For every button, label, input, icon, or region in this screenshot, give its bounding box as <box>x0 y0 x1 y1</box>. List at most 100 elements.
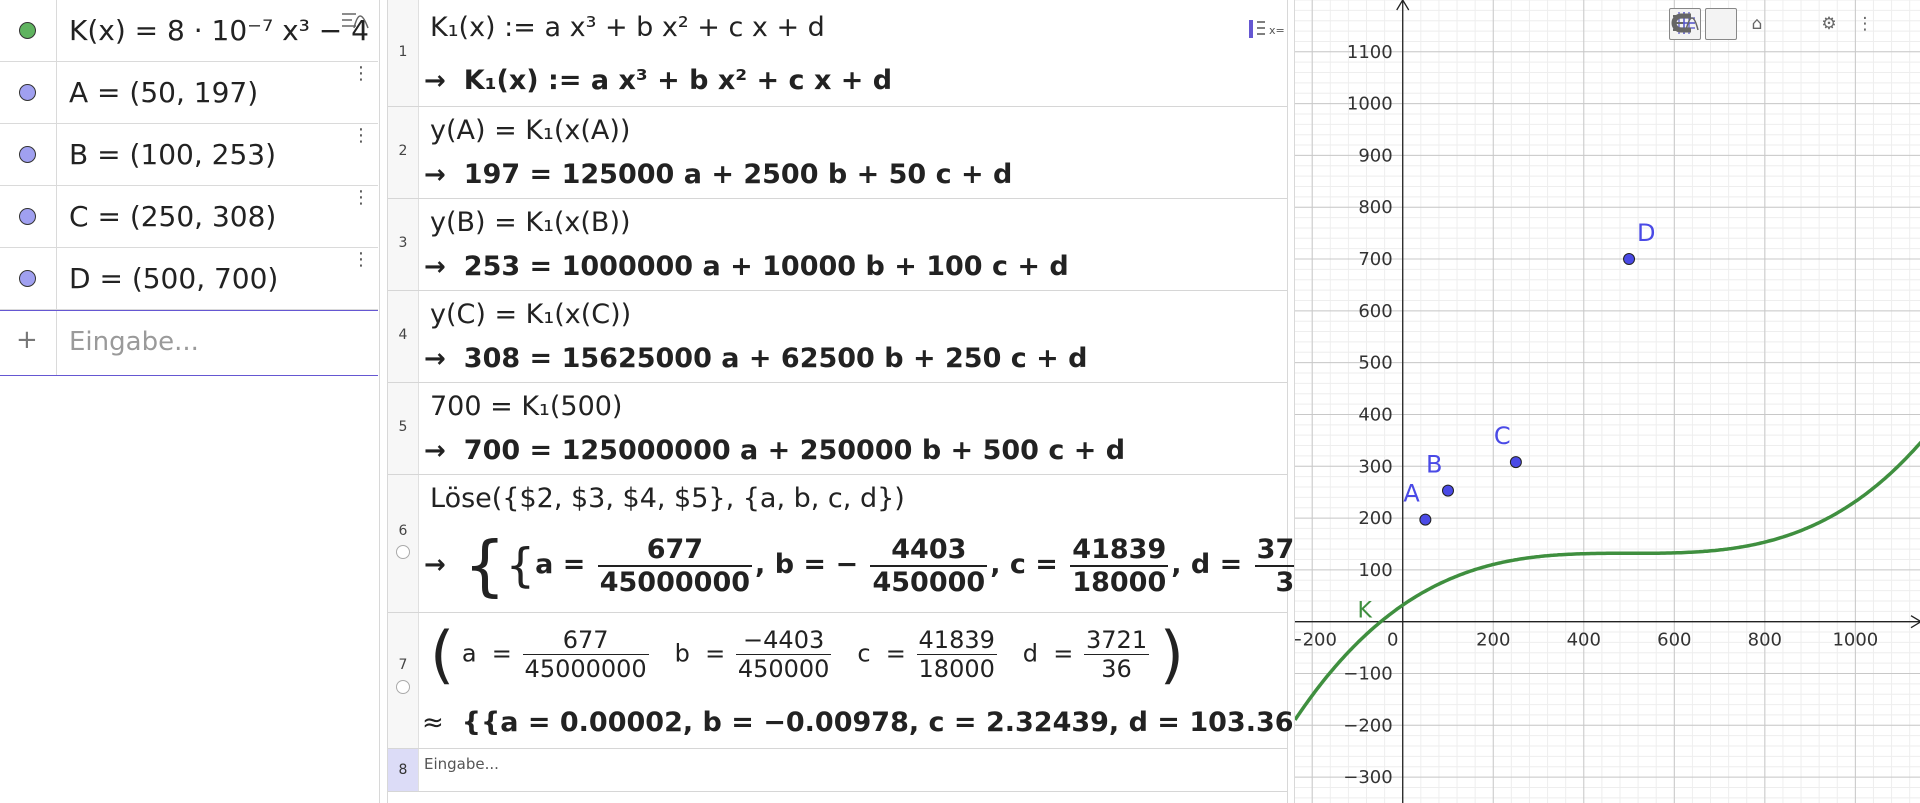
arrow-icon: → <box>424 66 446 96</box>
point-b-definition[interactable]: B = (100, 253) <box>69 138 369 171</box>
visibility-toggle[interactable] <box>19 84 36 101</box>
show-in-graphics-toggle[interactable] <box>396 680 410 694</box>
cas-row-5[interactable]: 5 700 = K₁(500) → 700 = 125000000 a + 250… <box>388 383 1287 475</box>
magnet-icon[interactable] <box>1671 8 1809 40</box>
matrix-fraction-d: 3721 36 <box>1084 626 1150 683</box>
algebra-row-point-b[interactable]: B = (100, 253) ⋮ <box>0 124 378 186</box>
algebra-row-point-c[interactable]: C = (250, 308) ⋮ <box>0 186 378 248</box>
cas-row-number: 7 <box>388 613 419 748</box>
graphics-view[interactable]: −200 0 200 400 600 800 1000 1100 1000 900 800 700 60… <box>1294 0 1920 803</box>
y-tick-label: 900 <box>1358 145 1392 166</box>
cas-row-number: 4 <box>388 291 419 382</box>
cas-input-field[interactable]: Eingabe... <box>424 755 499 773</box>
point-d <box>1623 253 1636 266</box>
marble-cell <box>0 124 57 185</box>
x-tick-label: 1000 <box>1832 630 1878 651</box>
y-tick-label: 500 <box>1358 353 1392 374</box>
menu-icon[interactable] <box>1673 8 1917 40</box>
x-tick-label: 0 <box>1387 630 1398 651</box>
arrow-icon: → <box>424 252 446 282</box>
cas-output-solution: → {{a = 677 45000000, b = − 4403 450000, c … <box>424 527 1408 604</box>
cas-output: → 308 = 15625000 a + 62500 b + 250 c + d <box>424 343 1088 374</box>
point-b <box>1441 484 1454 497</box>
more-options-icon[interactable]: ⋮ <box>352 65 370 83</box>
grid-icon[interactable] <box>1673 8 1737 40</box>
point-a <box>1419 513 1432 526</box>
y-tick-label: 800 <box>1358 197 1392 218</box>
algebra-input-row[interactable]: + Eingabe... <box>0 310 378 376</box>
point-c-definition[interactable]: C = (250, 308) <box>69 200 369 233</box>
y-tick-label: 600 <box>1358 301 1392 322</box>
fraction-a: 677 45000000 <box>597 533 753 598</box>
visibility-toggle[interactable] <box>19 270 36 287</box>
cas-output: → 700 = 125000000 a + 250000 b + 500 c + … <box>424 435 1125 466</box>
cas-output-text: 197 = 125000 a + 2500 b + 50 c + d <box>463 159 1013 190</box>
algebra-input-field[interactable]: Eingabe... <box>69 327 199 357</box>
cas-input[interactable]: 700 = K₁(500) <box>430 391 622 422</box>
add-icon[interactable]: + <box>16 325 38 355</box>
more-icon[interactable]: ⋮ <box>1849 8 1881 40</box>
y-tick-label: 300 <box>1358 456 1392 477</box>
fraction-c: 41839 18000 <box>1070 533 1169 598</box>
point-d-definition[interactable]: D = (500, 700) <box>69 262 369 295</box>
cas-output: ≈ {{a = 0.00002, b = −0.00978, c = 2.3243… <box>422 707 1388 738</box>
visibility-toggle[interactable] <box>19 146 36 163</box>
point-label-a: A <box>1403 480 1420 508</box>
cas-row-number: 6 <box>388 475 419 612</box>
graphics-canvas[interactable]: −200 0 200 400 600 800 1000 1100 1000 900 800 700 60… <box>1295 0 1920 803</box>
cas-row-8[interactable]: 8 Eingabe... <box>388 749 1287 792</box>
cas-output: → 197 = 125000 a + 2500 b + 50 c + d <box>424 159 1012 190</box>
more-options-icon[interactable]: ⋮ <box>352 127 370 145</box>
point-a-definition[interactable]: A = (50, 197) <box>69 76 369 109</box>
more-options-icon[interactable]: ⋮ <box>352 189 370 207</box>
y-tick-label: 200 <box>1358 508 1392 529</box>
graphics-style-bar: ⌂ ⚙ ⋮ <box>1669 8 1917 40</box>
cas-output-text: 308 = 15625000 a + 62500 b + 250 c + d <box>463 343 1088 374</box>
cas-input[interactable]: y(A) = K₁(x(A)) <box>430 115 630 146</box>
cas-row-number: 1 <box>388 0 419 106</box>
show-in-graphics-toggle[interactable] <box>396 545 410 559</box>
cas-row-number: 2 <box>388 107 419 198</box>
cas-row-number: 8 <box>388 749 419 791</box>
point-label-d: D <box>1637 219 1655 247</box>
point-c <box>1509 456 1522 469</box>
cas-output: → K₁(x) := a x³ + b x² + c x + d <box>424 65 892 96</box>
arrow-icon: → <box>424 436 446 466</box>
y-tick-label: 100 <box>1358 560 1392 581</box>
cas-input[interactable]: K₁(x) := a x³ + b x² + c x + d <box>430 12 825 43</box>
x-tick-label: 800 <box>1748 630 1782 651</box>
visibility-toggle[interactable] <box>19 208 36 225</box>
y-tick-label: 700 <box>1358 249 1392 270</box>
cas-row-3[interactable]: 3 y(B) = K₁(x(B)) → 253 = 1000000 a + 100… <box>388 199 1287 291</box>
function-definition[interactable]: K(x) = 8 · 10⁻⁷ x³ − 4.3 <box>69 14 369 47</box>
algebra-row-point-d[interactable]: D = (500, 700) ⋮ <box>0 248 378 310</box>
x-tick-label: 600 <box>1657 630 1691 651</box>
home-icon[interactable]: ⌂ <box>1741 8 1773 40</box>
function-k-label: K <box>1357 599 1372 624</box>
matrix-fraction-c: 41839 18000 <box>916 626 997 683</box>
x-tick-label: −200 <box>1295 630 1337 651</box>
visibility-toggle[interactable] <box>19 22 36 39</box>
cas-row-2[interactable]: 2 y(A) = K₁(x(A)) → 197 = 125000 a + 2500… <box>388 107 1287 199</box>
cas-row-7[interactable]: 7 ( a = 677 45000000 b = −4403 450000 c = … <box>388 613 1388 749</box>
gear-icon[interactable]: ⚙ <box>1813 8 1845 40</box>
cas-input[interactable]: y(C) = K₁(x(C)) <box>430 299 631 330</box>
matrix-fraction-b: −4403 450000 <box>735 626 832 683</box>
arrow-icon: → <box>424 344 446 374</box>
cas-input[interactable]: y(B) = K₁(x(B)) <box>430 207 631 238</box>
algebra-view: K(x) = 8 · 10⁻⁷ x³ − 4.3 A = (50, 197) ⋮… <box>0 0 380 803</box>
cas-row-number: 3 <box>388 199 419 290</box>
cas-row-6[interactable]: 6 Löse({$2, $3, $4, $5}, {a, b, c, d}) →… <box>388 475 1408 613</box>
arrow-icon: → <box>424 550 446 580</box>
cas-row-4[interactable]: 4 y(C) = K₁(x(C)) → 308 = 15625000 a + 62… <box>388 291 1287 383</box>
cas-output: → 253 = 1000000 a + 10000 b + 100 c + d <box>424 251 1069 282</box>
cas-input-matrix[interactable]: ( a = 677 45000000 b = −4403 450000 c = 41… <box>430 618 1184 691</box>
algebra-row-point-a[interactable]: A = (50, 197) ⋮ <box>0 62 378 124</box>
graph-style-icon[interactable] <box>340 10 370 32</box>
fraction-b: 4403 450000 <box>870 533 988 598</box>
y-tick-label: −300 <box>1343 767 1392 788</box>
more-options-icon[interactable]: ⋮ <box>352 251 370 269</box>
cas-input[interactable]: Löse({$2, $3, $4, $5}, {a, b, c, d}) <box>430 483 905 514</box>
algebra-row-function[interactable]: K(x) = 8 · 10⁻⁷ x³ − 4.3 <box>0 0 378 62</box>
cas-row-1[interactable]: 1 K₁(x) := a x³ + b x² + c x + d → K₁(x) … <box>388 0 1287 107</box>
